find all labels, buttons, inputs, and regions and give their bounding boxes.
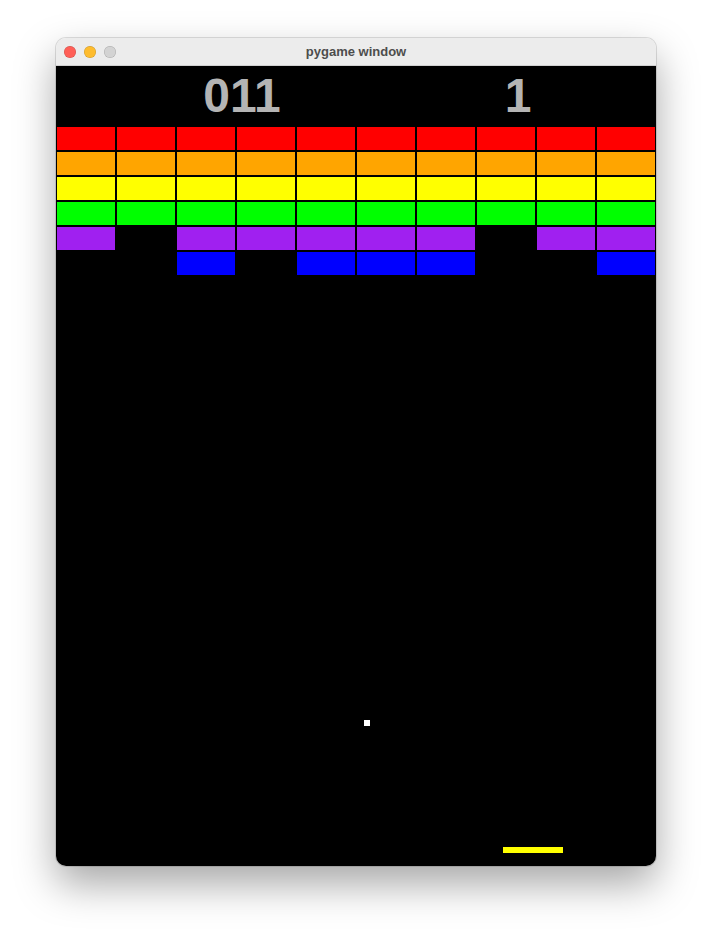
brick [356, 176, 416, 201]
brick [236, 126, 296, 151]
empty-slot [536, 251, 596, 276]
score: 011 [182, 66, 302, 126]
ball [364, 720, 370, 726]
title-bar: pygame window [56, 38, 656, 66]
brick [536, 151, 596, 176]
brick [416, 176, 476, 201]
brick [476, 201, 536, 226]
brick [116, 151, 176, 176]
brick [536, 176, 596, 201]
brick [176, 251, 236, 276]
brick [416, 226, 476, 251]
zoom-button [104, 46, 116, 58]
play-field: 011 1 [56, 66, 656, 866]
brick [416, 201, 476, 226]
brick [416, 251, 476, 276]
brick [596, 201, 656, 226]
brick [296, 226, 356, 251]
brick [236, 226, 296, 251]
brick [236, 176, 296, 201]
empty-slot [56, 251, 116, 276]
brick [176, 176, 236, 201]
brick [476, 126, 536, 151]
brick [536, 201, 596, 226]
brick [296, 126, 356, 151]
brick [236, 201, 296, 226]
brick [176, 226, 236, 251]
brick [116, 176, 176, 201]
desktop: pygame window 011 1 [0, 0, 712, 940]
brick [356, 126, 416, 151]
brick [296, 251, 356, 276]
brick [176, 126, 236, 151]
brick [596, 151, 656, 176]
minimize-button[interactable] [84, 46, 96, 58]
brick [416, 126, 476, 151]
brick [56, 176, 116, 201]
brick [176, 151, 236, 176]
brick [356, 151, 416, 176]
brick [536, 226, 596, 251]
score-bar: 011 1 [56, 66, 656, 126]
game-window: pygame window 011 1 [56, 38, 656, 866]
brick [596, 176, 656, 201]
brick [116, 201, 176, 226]
close-button[interactable] [64, 46, 76, 58]
brick [176, 201, 236, 226]
brick [56, 226, 116, 251]
brick [356, 226, 416, 251]
brick [356, 201, 416, 226]
brick [56, 126, 116, 151]
brick [416, 151, 476, 176]
empty-slot [116, 226, 176, 251]
window-controls [56, 46, 116, 58]
brick [596, 226, 656, 251]
brick [596, 126, 656, 151]
brick [116, 126, 176, 151]
brick-wall [56, 126, 656, 276]
empty-slot [236, 251, 296, 276]
brick [236, 151, 296, 176]
brick [356, 251, 416, 276]
brick [296, 201, 356, 226]
empty-slot [476, 226, 536, 251]
empty-slot [116, 251, 176, 276]
empty-slot [476, 251, 536, 276]
brick [296, 176, 356, 201]
brick [536, 126, 596, 151]
lives: 1 [458, 66, 578, 126]
brick [296, 151, 356, 176]
brick [56, 201, 116, 226]
brick [476, 176, 536, 201]
paddle[interactable] [503, 847, 563, 853]
window-title: pygame window [56, 44, 656, 59]
brick [56, 151, 116, 176]
brick [596, 251, 656, 276]
brick [476, 151, 536, 176]
